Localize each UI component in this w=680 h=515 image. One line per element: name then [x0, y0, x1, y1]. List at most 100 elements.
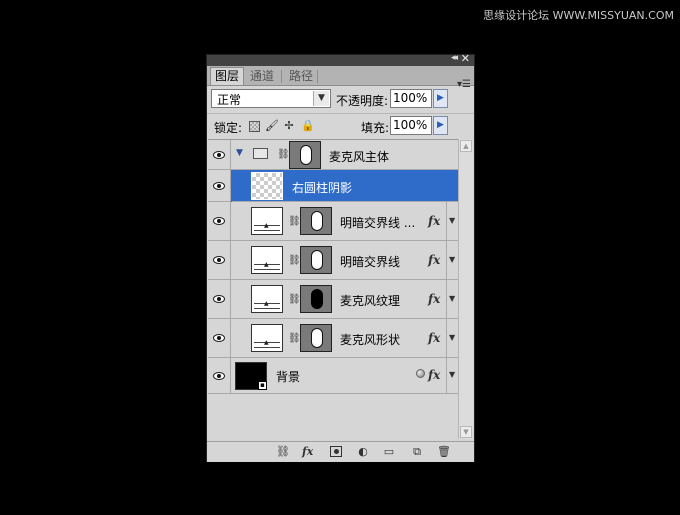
layer-row[interactable]: ▲ ⛓ 明暗交界线 ... fx ▼ [208, 202, 458, 241]
caret-down-icon[interactable]: ▼ [449, 333, 455, 342]
layer-mask-thumbnail[interactable] [300, 285, 332, 313]
blend-mode-value: 正常 [217, 93, 242, 107]
layer-name[interactable]: 明暗交界线 [340, 253, 400, 270]
mask-dot [333, 449, 339, 454]
caret-down-icon[interactable]: ▼ [449, 255, 455, 264]
fx-icon[interactable]: fx [428, 253, 440, 267]
adjustment-layer-icon[interactable]: ◐ [356, 445, 370, 458]
eye-icon[interactable] [213, 151, 225, 159]
layer-row[interactable]: ▲ ⛓ 明暗交界线 fx ▼ [208, 241, 458, 280]
opacity-slider-button[interactable]: ▶ [433, 89, 448, 108]
lock-label: 锁定: [214, 121, 243, 135]
eye-icon[interactable] [213, 182, 225, 190]
effects-toggle[interactable]: ▼ [446, 202, 457, 240]
thumb-triangle: ▲ [264, 222, 269, 229]
layer-mask-thumbnail[interactable] [300, 246, 332, 274]
layer-thumbnail[interactable]: ▲ [251, 324, 283, 352]
collapse-icon[interactable]: ◂◂ [451, 53, 458, 63]
layer-thumbnail[interactable]: ▲ [251, 285, 283, 313]
tab-separator [317, 70, 318, 83]
layer-thumbnail[interactable]: ▲ [251, 246, 283, 274]
layer-thumbnail[interactable]: ▲ [251, 207, 283, 235]
link-icon[interactable]: ⛓ [288, 216, 301, 228]
fx-icon[interactable]: fx [428, 331, 440, 345]
eye-icon[interactable] [213, 217, 225, 225]
eye-icon[interactable] [213, 334, 225, 342]
opacity-field[interactable]: 100% [390, 89, 432, 108]
eye-icon[interactable] [213, 372, 225, 380]
visibility-toggle[interactable] [208, 280, 231, 318]
layer-mask-thumbnail[interactable] [289, 141, 321, 169]
scroll-down-icon[interactable]: ▼ [460, 426, 472, 438]
fx-icon[interactable]: fx [428, 292, 440, 306]
layer-row-background[interactable]: ▪ 背景 fx ▼ [208, 358, 458, 394]
scroll-up-icon[interactable]: ▲ [460, 140, 472, 152]
layer-name[interactable]: 麦克风形状 [340, 331, 400, 348]
add-style-icon[interactable]: fx [302, 445, 313, 458]
indent-guide [231, 170, 232, 202]
add-mask-icon[interactable] [330, 446, 342, 457]
layer-mask-thumbnail[interactable] [300, 324, 332, 352]
link-icon[interactable]: ⛓ [288, 255, 301, 267]
visibility-toggle[interactable] [208, 202, 231, 240]
caret-down-icon[interactable]: ▼ [449, 294, 455, 303]
layer-row-group[interactable]: ▼ ⛓ 麦克风主体 [208, 140, 458, 170]
new-group-icon[interactable]: ▭ [382, 445, 396, 458]
eye-icon[interactable] [213, 256, 225, 264]
visibility-toggle[interactable] [208, 319, 231, 357]
fill-slider-button[interactable]: ▶ [433, 116, 448, 135]
blend-opacity-row: 正常 ▼ 不透明度: 100% ▶ [207, 86, 474, 113]
mask-shape [311, 328, 323, 348]
lock-all-icon[interactable]: 🔒 [301, 120, 315, 132]
link-icon[interactable]: ⛓ [288, 333, 301, 345]
link-layers-icon[interactable]: ⛓ [273, 445, 293, 458]
layer-row[interactable]: ▲ ⛓ 麦克风形状 fx ▼ [208, 319, 458, 358]
lock-transparency-icon[interactable] [249, 121, 260, 132]
opacity-label: 不透明度: [336, 94, 389, 108]
layer-name[interactable]: 麦克风纹理 [340, 292, 400, 309]
caret-down-icon[interactable]: ▼ [449, 370, 455, 379]
visibility-toggle[interactable] [208, 358, 231, 393]
link-icon[interactable]: ⛓ [288, 294, 301, 306]
blend-mode-select[interactable]: 正常 ▼ [211, 89, 331, 108]
lock-brush-icon[interactable]: 🖌 [265, 120, 279, 132]
eye-icon[interactable] [213, 295, 225, 303]
layers-panel: ◂◂ ✕ 图层 通道 路径 ▾☰ 正常 ▼ 不透明度: 100% ▶ 锁定: 🖌… [207, 52, 474, 462]
layer-thumbnail[interactable]: ▪ [235, 362, 267, 390]
delete-layer-icon[interactable]: 🗑 [437, 445, 451, 458]
visibility-toggle[interactable] [208, 170, 231, 201]
effects-toggle[interactable]: ▼ [446, 280, 457, 318]
caret-down-icon[interactable]: ▼ [449, 216, 455, 225]
close-icon[interactable]: ✕ [461, 52, 470, 65]
mask-shape [311, 250, 323, 270]
effects-toggle[interactable]: ▼ [446, 241, 457, 279]
visibility-toggle[interactable] [208, 241, 231, 279]
watermark: 思缘设计论坛 WWW.MISSYUAN.COM [483, 9, 674, 22]
new-layer-icon[interactable]: ⧉ [410, 445, 424, 458]
effects-toggle[interactable]: ▼ [446, 358, 457, 393]
layer-mask-thumbnail[interactable] [300, 207, 332, 235]
layer-name[interactable]: 明暗交界线 ... [340, 214, 415, 231]
layer-thumbnail[interactable] [251, 172, 283, 200]
fx-icon[interactable]: fx [428, 368, 440, 382]
layers-list: ▼ ⛓ 麦克风主体 右圆柱阴影 ▲ ⛓ 明暗交界线 ... fx ▼ ▲ ⛓ 明… [208, 139, 458, 440]
fill-field[interactable]: 100% [390, 116, 432, 135]
layer-row-selected[interactable]: 右圆柱阴影 [208, 170, 458, 202]
layer-name[interactable]: 右圆柱阴影 [292, 179, 352, 196]
tab-paths[interactable]: 路径 [285, 68, 317, 85]
visibility-toggle[interactable] [208, 140, 231, 169]
layer-name[interactable]: 麦克风主体 [329, 148, 389, 165]
chevron-down-icon[interactable]: ▼ [313, 91, 329, 106]
smart-badge-icon: ▪ [258, 381, 267, 390]
tab-channels[interactable]: 通道 [246, 68, 278, 85]
expand-triangle-icon[interactable]: ▼ [236, 148, 243, 158]
lock-move-icon[interactable]: ✢ [283, 120, 295, 132]
layer-name[interactable]: 背景 [276, 368, 300, 385]
tab-layers[interactable]: 图层 [210, 67, 245, 85]
fx-icon[interactable]: fx [428, 214, 440, 228]
effects-toggle[interactable]: ▼ [446, 319, 457, 357]
link-icon[interactable]: ⛓ [277, 149, 290, 161]
thumb-triangle: ▲ [264, 300, 269, 307]
layer-row[interactable]: ▲ ⛓ 麦克风纹理 fx ▼ [208, 280, 458, 319]
layers-scrollbar[interactable]: ▲ ▼ [458, 139, 473, 439]
